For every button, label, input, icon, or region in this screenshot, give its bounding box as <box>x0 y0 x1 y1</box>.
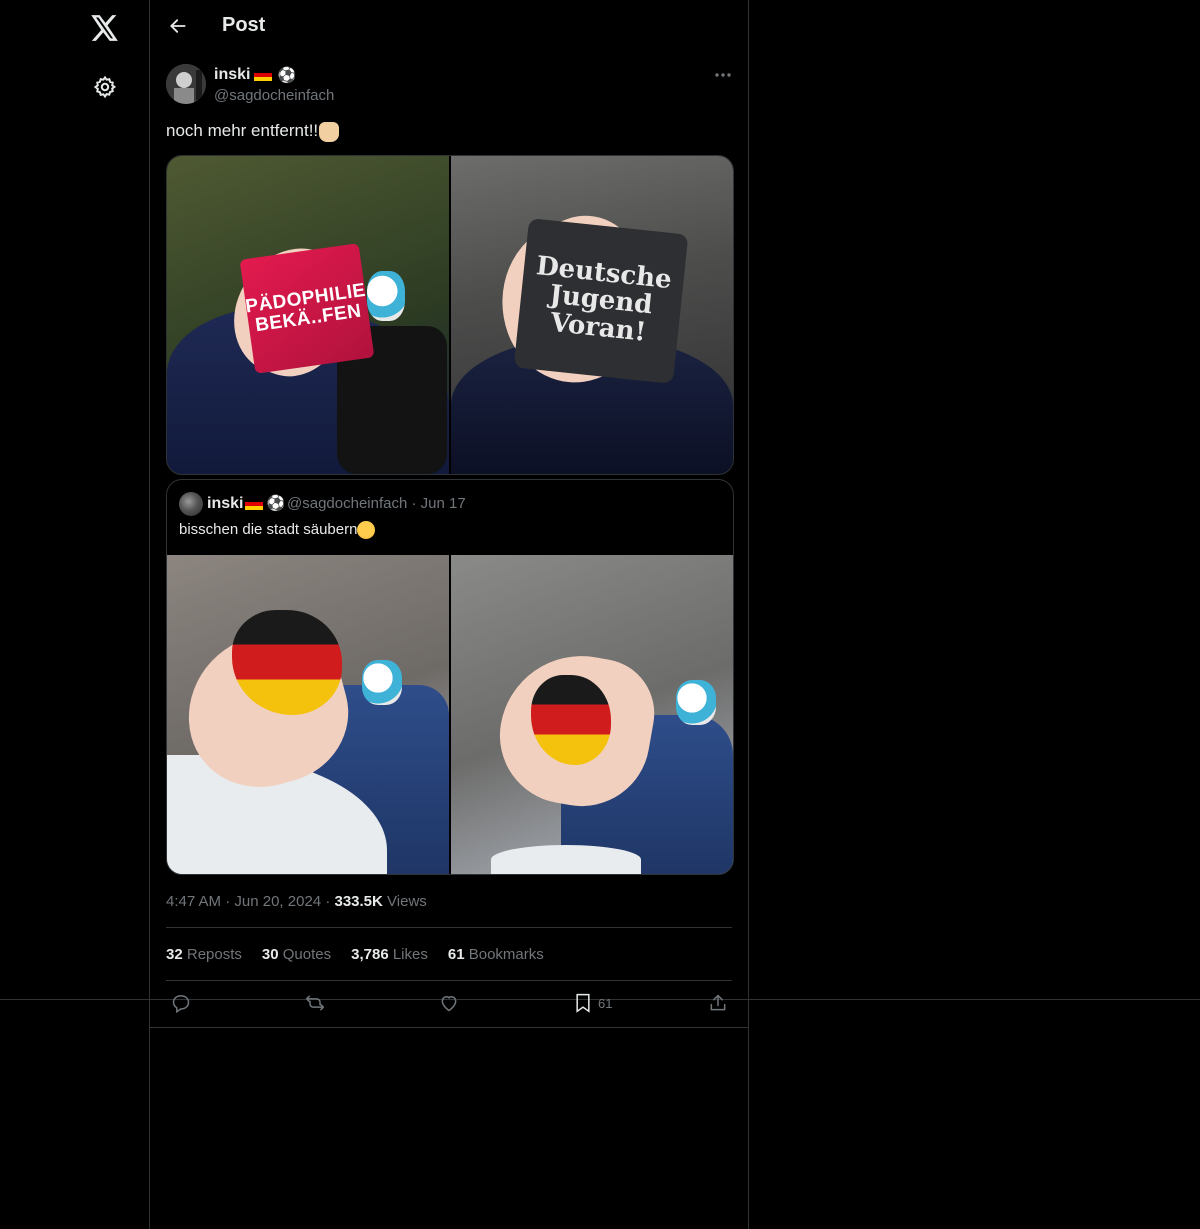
x-logo-icon[interactable] <box>88 12 122 44</box>
bookmarks-label: Bookmarks <box>468 946 544 963</box>
author-handle[interactable]: @sagdocheinfach <box>214 87 334 104</box>
reply-button[interactable] <box>171 993 191 1013</box>
bookmark-icon <box>576 993 590 1013</box>
quoted-post-text: bisschen die stadt säubern <box>179 521 376 540</box>
quoted-date: Jun 17 <box>420 495 466 512</box>
reposts-label: Reposts <box>186 946 242 963</box>
sticker-pack: Deutsche Jugend Voran! <box>513 218 689 384</box>
gear-icon[interactable] <box>91 73 119 101</box>
germany-flag-icon <box>254 69 273 81</box>
quoted-avatar <box>179 492 203 516</box>
raised-fist-emoji-icon <box>319 121 340 142</box>
shoe-shape <box>367 271 405 321</box>
avatar[interactable] <box>166 64 206 104</box>
shirt-shape <box>491 845 641 874</box>
quoted-image-1[interactable] <box>167 555 449 874</box>
divider <box>150 1027 748 1028</box>
engagement-stats: 32 Reposts 30 Quotes 3,786 Likes 61 Book… <box>166 946 544 963</box>
bookmarks-count: 61 <box>447 946 465 963</box>
share-button[interactable] <box>708 993 728 1013</box>
shoe-shape <box>362 660 402 705</box>
shoe-shape <box>676 680 716 725</box>
action-bar: 61 <box>166 990 732 1020</box>
sticker-pack: PÄDOPHILIE BEKÄ..FEN <box>239 243 375 374</box>
quoted-media-grid <box>167 555 733 874</box>
bookmarks-stat[interactable]: 61 Bookmarks <box>448 946 544 963</box>
quoted-image-2[interactable] <box>451 555 733 874</box>
more-options-icon[interactable] <box>710 64 736 86</box>
post-media-grid: PÄDOPHILIE BEKÄ..FEN Deutsche Jugend Vor… <box>166 155 734 475</box>
post-image-2[interactable]: Deutsche Jugend Voran! <box>451 156 733 474</box>
header: Post <box>150 0 748 54</box>
post-image-1[interactable]: PÄDOPHILIE BEKÄ..FEN <box>167 156 449 474</box>
quotes-count: 30 <box>261 946 279 963</box>
repost-button[interactable] <box>304 993 326 1013</box>
quoted-post-text-content: bisschen die stadt säubern <box>179 521 358 538</box>
post-time[interactable]: 4:47 AM <box>166 893 221 910</box>
germany-flag-icon <box>245 497 264 510</box>
likes-stat[interactable]: 3,786 Likes <box>351 946 428 963</box>
reply-icon <box>172 995 190 1013</box>
author-name[interactable]: inski ⚽ <box>214 66 296 84</box>
bookmark-count: 61 <box>598 995 613 1011</box>
repost-icon <box>305 995 325 1011</box>
likes-label: Likes <box>392 946 428 963</box>
quoted-post-card[interactable]: inski ⚽ @sagdocheinfach · Jun 17 bisschen… <box>166 479 734 875</box>
views-count: 333.5K <box>334 893 383 910</box>
quoted-author-name: inski ⚽ <box>207 494 285 513</box>
quotes-label: Quotes <box>282 946 332 963</box>
quoted-author-name-text: inski <box>207 495 244 512</box>
smiling-face-hearts-emoji-icon <box>357 521 376 540</box>
reposts-stat[interactable]: 32 Reposts <box>166 946 242 963</box>
main-column: Post inski ⚽ @sagdocheinfach noch mehr e… <box>149 0 749 1229</box>
dot-separator: · <box>225 893 235 910</box>
reposts-count: 32 <box>166 946 183 963</box>
like-button[interactable] <box>439 993 459 1013</box>
bookmark-button[interactable]: 61 <box>574 993 612 1013</box>
quoted-author-handle: @sagdocheinfach · Jun 17 <box>287 495 466 512</box>
post-text-content: noch mehr entfernt!! <box>166 121 319 140</box>
divider <box>166 927 732 928</box>
page-title: Post <box>222 14 266 36</box>
post-date[interactable]: Jun 20, 2024 <box>234 893 321 910</box>
left-rail <box>0 0 149 1229</box>
share-icon <box>710 994 726 1011</box>
post-text: noch mehr entfernt!! <box>166 121 340 142</box>
soccer-ball-icon: ⚽ <box>266 495 286 512</box>
author-name-text: inski <box>214 66 251 83</box>
likes-count: 3,786 <box>351 946 389 963</box>
dot-separator: · <box>411 495 421 512</box>
post-meta: 4:47 AM · Jun 20, 2024 · 333.5K Views <box>166 893 427 910</box>
divider <box>166 980 732 981</box>
soccer-ball-icon: ⚽ <box>277 67 297 84</box>
views-label: Views <box>387 893 427 910</box>
arrow-left-icon[interactable] <box>166 14 190 38</box>
quotes-stat[interactable]: 30 Quotes <box>262 946 331 963</box>
heart-icon <box>441 995 457 1012</box>
quoted-handle-text: @sagdocheinfach <box>287 495 408 512</box>
